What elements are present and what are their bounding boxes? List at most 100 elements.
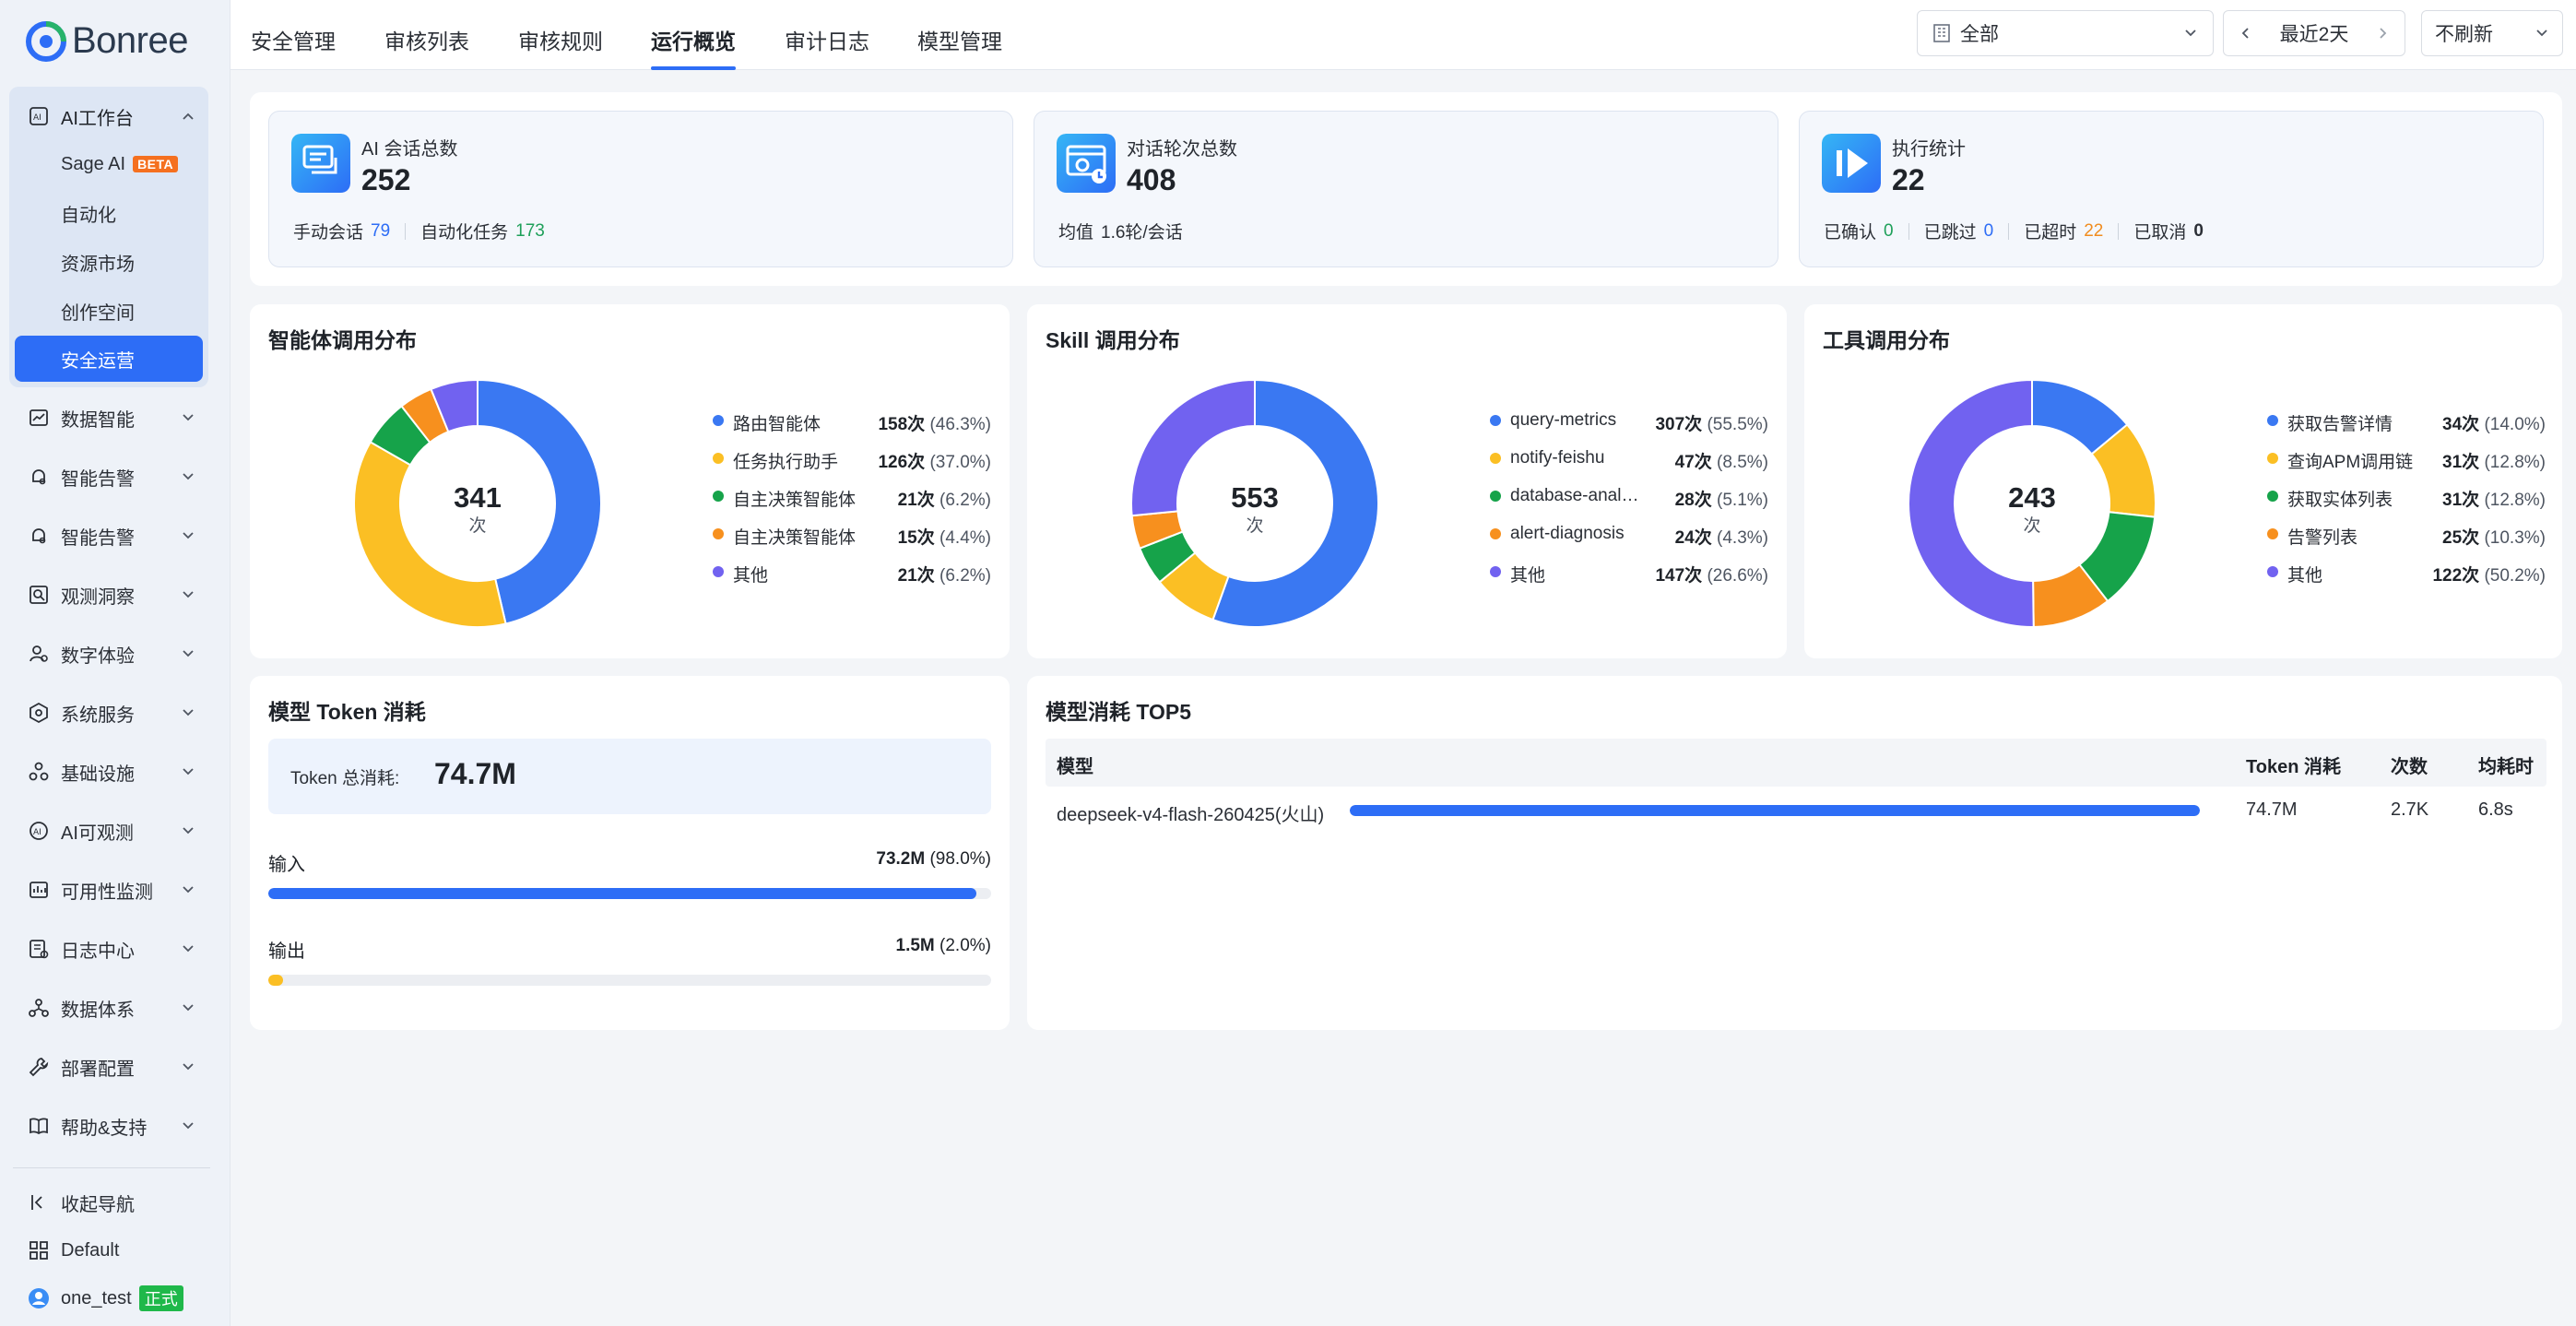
tab-label: 审计日志: [785, 30, 869, 53]
tab-model-management[interactable]: 模型管理: [917, 24, 1002, 70]
legend-item[interactable]: 路由智能体 158次 (46.3%): [713, 407, 991, 434]
chat-icon: [291, 134, 350, 193]
legend-name: 获取实体列表: [2287, 491, 2393, 510]
sidebar-item-9[interactable]: 日志中心: [9, 926, 208, 972]
sidebar-item-security-ops[interactable]: 安全运营: [15, 336, 203, 382]
donut-unit: 次: [1246, 515, 1263, 536]
card-title: 工具调用分布: [1823, 328, 1950, 352]
legend-count: 307次: [1655, 415, 1703, 434]
legend-item[interactable]: 获取告警详情 34次 (14.0%): [2267, 407, 2546, 434]
legend-dot: [713, 453, 724, 464]
user-menu[interactable]: one_test 正式: [9, 1278, 208, 1319]
table-row[interactable]: deepseek-v4-flash-260425(火山) 74.7M 2.7K …: [1046, 790, 2546, 831]
sidebar-item-label: 部署配置: [61, 1059, 135, 1080]
legend-item[interactable]: 自主决策智能体 15次 (4.4%): [713, 520, 991, 548]
sidebar-item-7[interactable]: AI AI可观测: [9, 808, 208, 854]
legend-pct: (12.8%): [2484, 491, 2546, 510]
donut-total: 341: [454, 481, 502, 514]
sidebar-item-label: 安全运营: [61, 350, 135, 372]
token-usage-card: 模型 Token 消耗 Token 总消耗: 74.7M 输入 73.2M (9…: [250, 676, 1010, 1030]
sidebar-item-10[interactable]: 数据体系: [9, 985, 208, 1031]
tab-label: 模型管理: [917, 30, 1002, 53]
chevron-up-icon: [183, 112, 194, 120]
sidebar-item-automation[interactable]: 自动化: [15, 190, 203, 236]
legend-dot: [2267, 415, 2278, 426]
collapse-nav-button[interactable]: 收起导航: [9, 1182, 208, 1223]
legend-pct: (12.8%): [2484, 453, 2546, 472]
sidebar-item-label: 系统服务: [61, 704, 135, 726]
meta-value: 0: [1983, 220, 1994, 241]
sidebar-item-4[interactable]: 数字体验: [9, 631, 208, 677]
brand-name: Bonree: [72, 20, 188, 61]
legend-item[interactable]: 其他 122次 (50.2%): [2267, 558, 2546, 586]
token-input-amount: 73.2M: [876, 849, 926, 869]
chevron-down-icon: [183, 591, 194, 598]
play-icon: [1822, 134, 1881, 193]
legend-count: 158次: [878, 415, 926, 434]
ai-observe-icon: AI: [30, 822, 48, 840]
sidebar-item-12[interactable]: 帮助&支持: [9, 1103, 208, 1149]
sidebar-item-label: Sage AI: [61, 153, 126, 174]
scope-select[interactable]: 全部: [1917, 10, 2214, 56]
legend-count: 31次: [2442, 453, 2480, 472]
legend-count: 147次: [1655, 566, 1703, 586]
chevron-down-icon: [183, 1063, 194, 1071]
sidebar-item-2[interactable]: 智能告警: [9, 513, 208, 559]
legend-item[interactable]: alert-diagnosis 24次 (4.3%): [1490, 520, 1768, 548]
tab-review-rules[interactable]: 审核规则: [518, 24, 603, 70]
chevron-right-icon[interactable]: [2373, 24, 2392, 42]
meta-label: 手动会话: [293, 223, 364, 243]
sidebar-item-label: 数据智能: [61, 409, 135, 431]
legend-dot: [713, 528, 724, 539]
sidebar-item-3[interactable]: 观测洞察: [9, 572, 208, 618]
time-range-picker[interactable]: 最近2天: [2223, 10, 2405, 56]
sidebar-item-label: 日志中心: [61, 941, 135, 962]
legend-item[interactable]: query-metrics 307次 (55.5%): [1490, 407, 1768, 434]
sidebar-item-5[interactable]: 系统服务: [9, 690, 208, 736]
bonree-logo-icon: [26, 20, 66, 62]
sidebar-item-sage-ai[interactable]: Sage AI BETA: [15, 141, 203, 187]
legend-item[interactable]: notify-feishu 47次 (8.5%): [1490, 444, 1768, 472]
tab-review-list[interactable]: 审核列表: [384, 24, 469, 70]
sidebar-item-8[interactable]: 可用性监测: [9, 867, 208, 913]
sidebar-item-label: AI可观测: [61, 823, 134, 844]
legend-item[interactable]: 其他 21次 (6.2%): [713, 558, 991, 586]
tab-overview[interactable]: 运行概览: [651, 24, 736, 70]
sidebar-item-ai-workspace[interactable]: AI AI工作台: [9, 96, 208, 136]
legend-item[interactable]: 任务执行助手 126次 (37.0%): [713, 444, 991, 472]
legend-value: 21次 (6.2%): [898, 562, 991, 586]
sidebar-item-11[interactable]: 部署配置: [9, 1044, 208, 1090]
meta-label: 已超时: [2024, 223, 2077, 243]
row-token-bar: [1350, 805, 2200, 816]
sidebar-item-1[interactable]: 智能告警: [9, 454, 208, 500]
legend-item[interactable]: 自主决策智能体 21次 (6.2%): [713, 482, 991, 510]
legend-dot: [713, 491, 724, 502]
legend-item[interactable]: 告警列表 25次 (10.3%): [2267, 520, 2546, 548]
token-input-pct: (98.0%): [929, 849, 991, 869]
chevron-down-icon: [183, 827, 194, 835]
sidebar-item-resource-market[interactable]: 资源市场: [15, 239, 203, 285]
tab-security-management[interactable]: 安全管理: [251, 24, 336, 70]
chevron-down-icon: [183, 768, 194, 775]
legend-item[interactable]: 其他 147次 (26.6%): [1490, 558, 1768, 586]
sidebar-item-6[interactable]: 基础设施: [9, 749, 208, 795]
refresh-select[interactable]: 不刷新: [2421, 10, 2563, 56]
legend-item[interactable]: database-analysis 28次 (5.1%): [1490, 482, 1768, 510]
sidebar-item-0[interactable]: 数据智能: [9, 395, 208, 441]
legend-name: 路由智能体: [733, 415, 821, 434]
space-switcher[interactable]: Default: [9, 1230, 208, 1271]
tab-audit-log[interactable]: 审计日志: [785, 24, 869, 70]
legend-item[interactable]: 获取实体列表 31次 (12.8%): [2267, 482, 2546, 510]
token-total-label: Token 总消耗:: [290, 769, 400, 788]
stat-value: 408: [1127, 163, 1176, 196]
donut-unit: 次: [2023, 515, 2040, 536]
legend-item[interactable]: 查询APM调用链 31次 (12.8%): [2267, 444, 2546, 472]
meta-label: 均值: [1058, 223, 1094, 243]
brand-logo[interactable]: Bonree: [26, 20, 188, 62]
sidebar-item-creation-space[interactable]: 创作空间: [15, 288, 203, 334]
stat-card-sessions: AI 会话总数 252 手动会话 79 自动化任务 173: [268, 111, 1013, 267]
donut-total: 553: [1231, 481, 1279, 514]
stat-meta: 手动会话 79 自动化任务 173: [293, 219, 545, 243]
legend-name: notify-feishu: [1510, 448, 1605, 468]
legend-pct: (4.3%): [1717, 528, 1768, 548]
